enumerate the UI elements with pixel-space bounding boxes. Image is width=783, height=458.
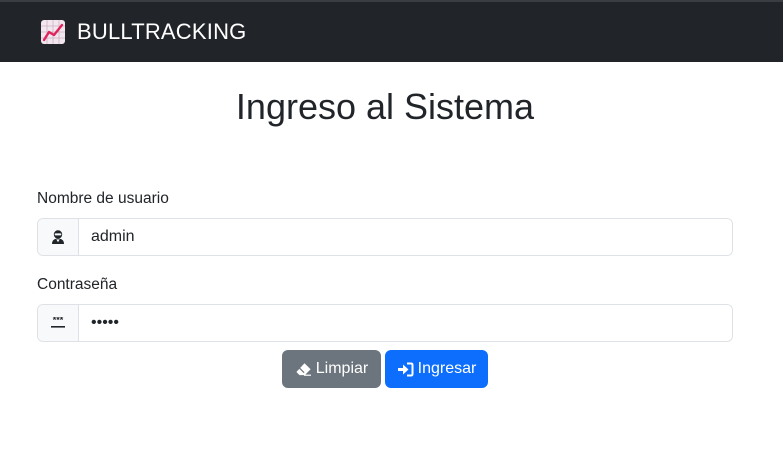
sign-in-icon bbox=[397, 362, 414, 376]
username-addon bbox=[38, 219, 79, 255]
navbar: BULLTRACKING bbox=[0, 0, 783, 62]
svg-text:***: *** bbox=[53, 317, 64, 325]
username-label: Nombre de usuario bbox=[37, 190, 169, 207]
brand-name: BULLTRACKING bbox=[77, 19, 247, 44]
password-label: Contraseña bbox=[37, 276, 118, 293]
username-input-group bbox=[37, 218, 733, 256]
password-input-group: *** bbox=[37, 304, 733, 342]
clear-button-label: Limpiar bbox=[315, 360, 369, 377]
password-dots-icon: *** bbox=[51, 317, 65, 328]
login-button[interactable]: Ingresar bbox=[385, 350, 488, 388]
navbar-brand[interactable]: BULLTRACKING bbox=[40, 19, 246, 45]
username-input[interactable] bbox=[79, 219, 732, 255]
eraser-icon bbox=[296, 362, 311, 376]
login-button-label: Ingresar bbox=[417, 360, 477, 377]
clear-button[interactable]: Limpiar bbox=[282, 350, 381, 388]
user-ninja-icon bbox=[52, 230, 64, 244]
chart-increasing-icon bbox=[41, 20, 65, 44]
password-addon: *** bbox=[38, 305, 79, 341]
password-input[interactable] bbox=[79, 305, 732, 341]
page-title: Ingreso al Sistema bbox=[235, 86, 535, 127]
